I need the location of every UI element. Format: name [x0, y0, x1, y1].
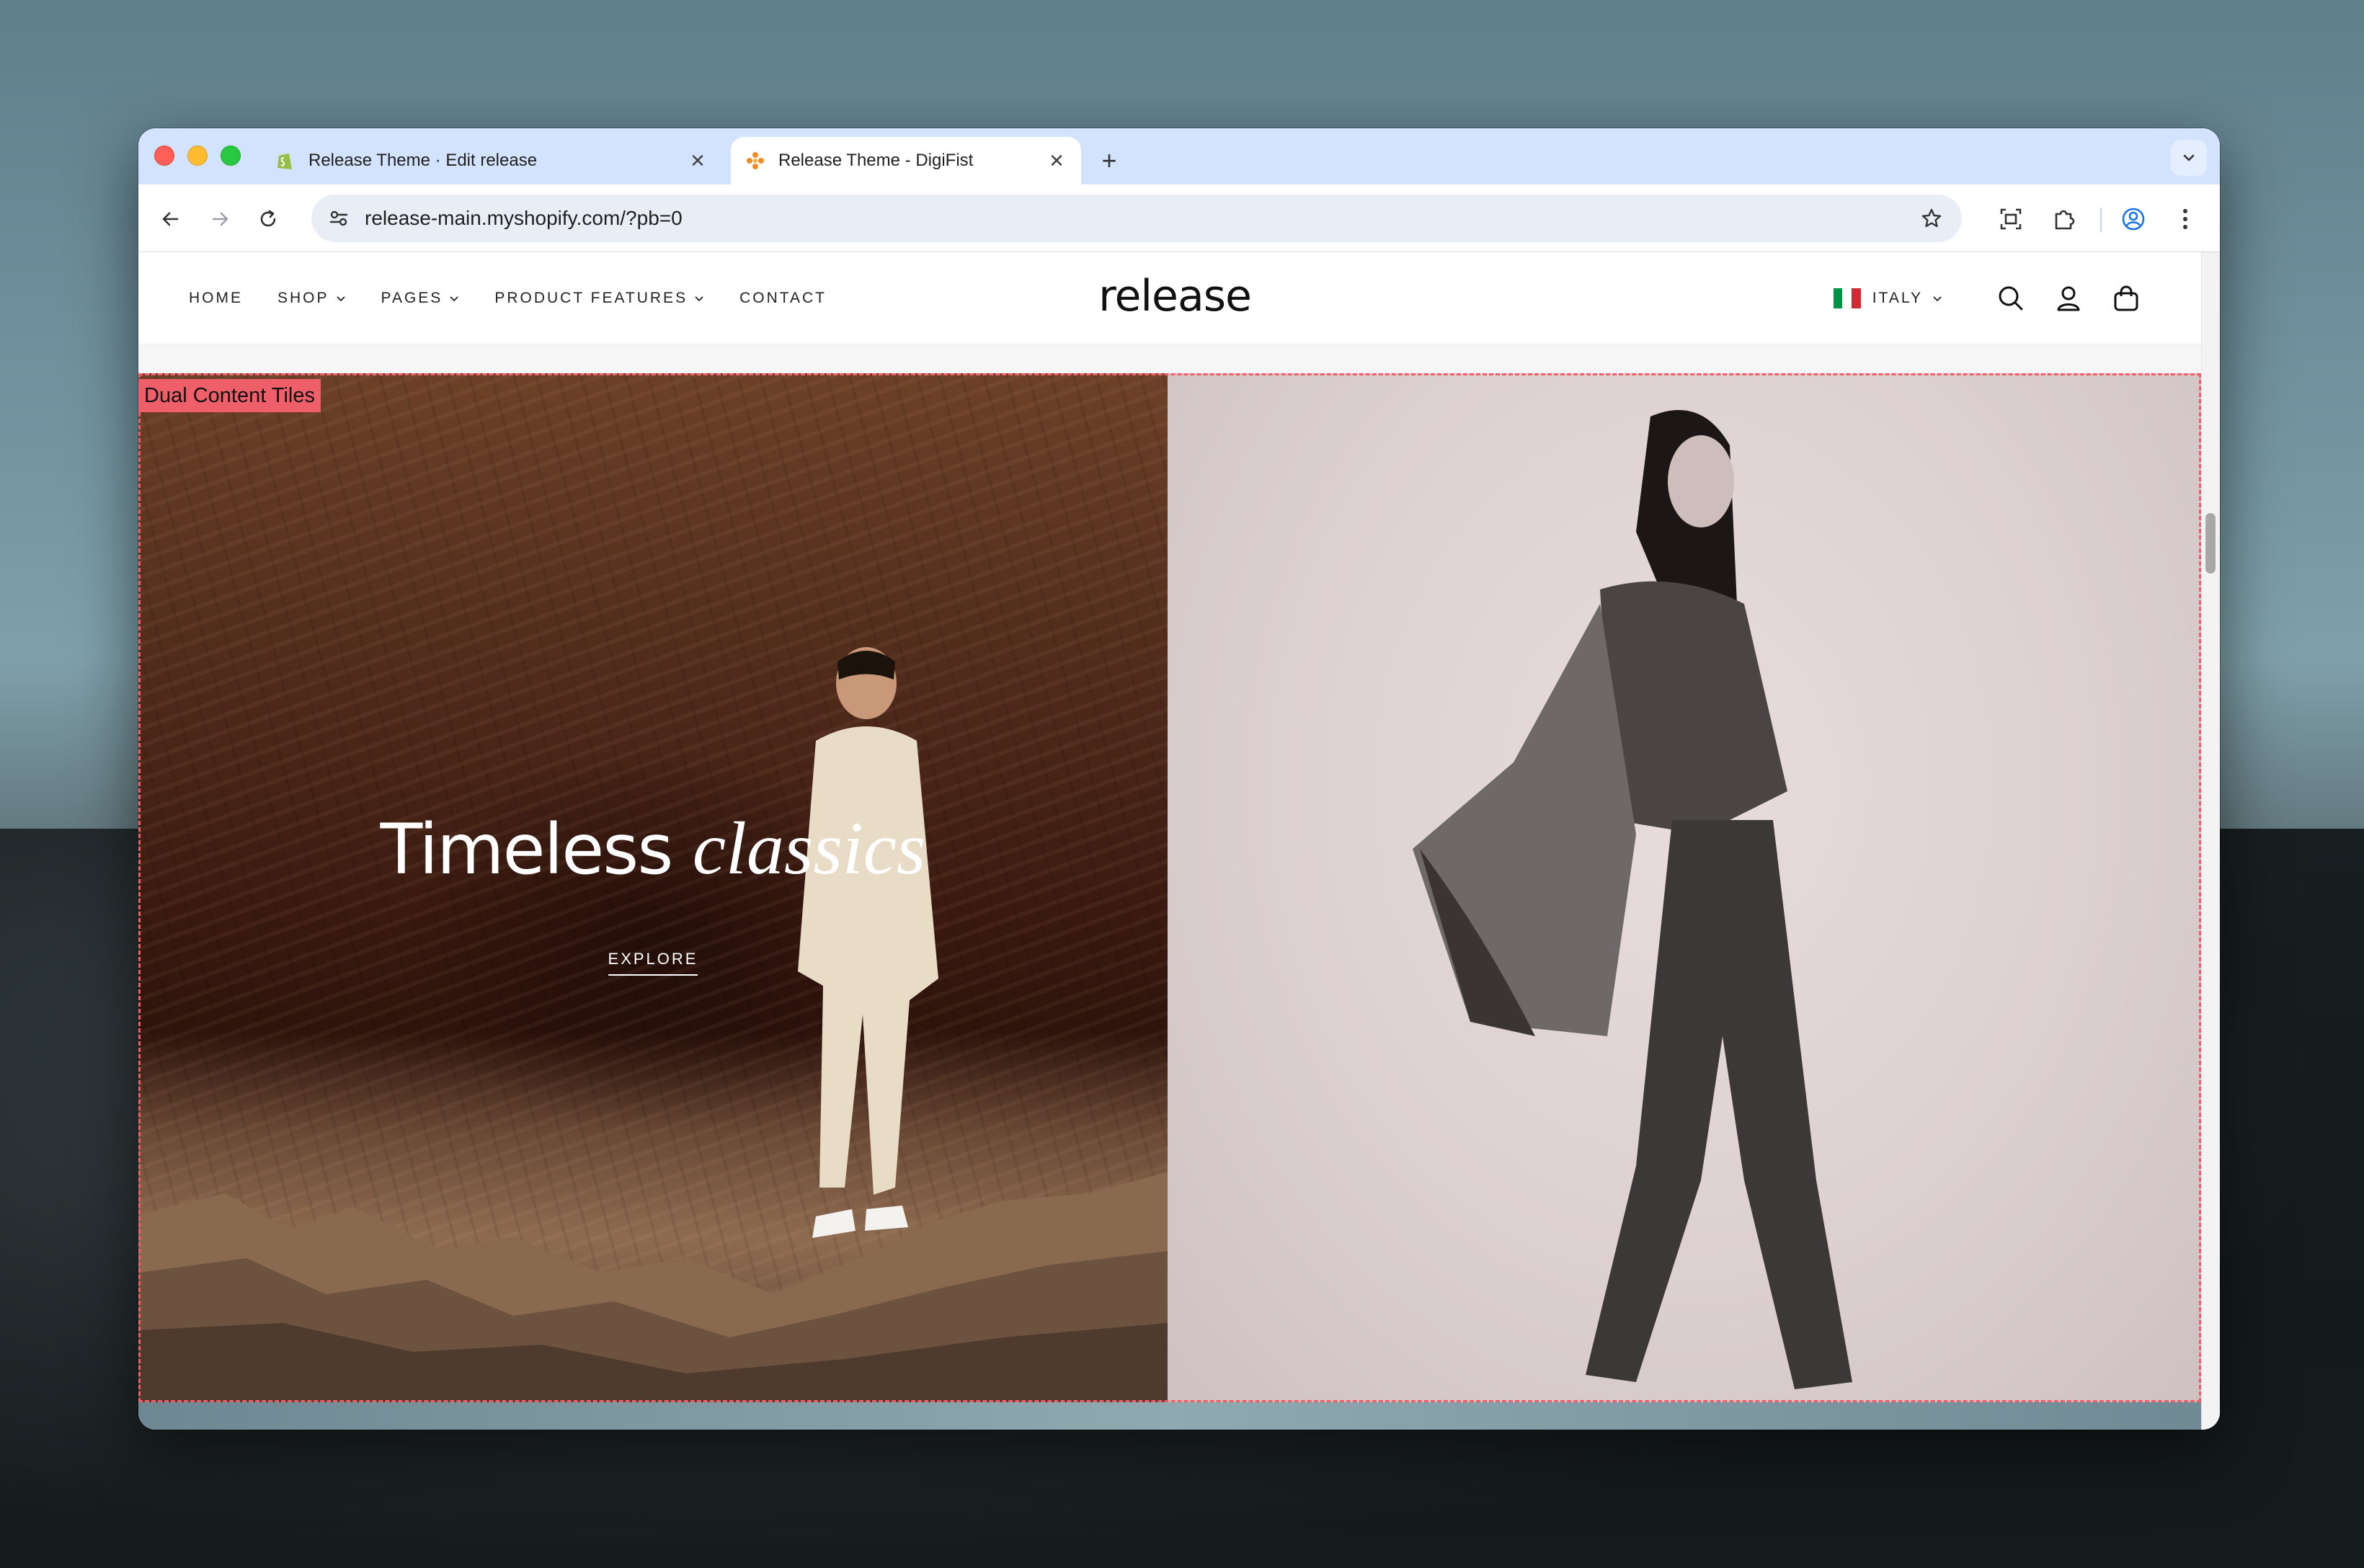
toolbar-divider — [2100, 208, 2102, 232]
explore-link[interactable]: EXPLORE — [608, 950, 698, 976]
menu-icon[interactable] — [2168, 202, 2203, 236]
close-icon[interactable]: ✕ — [688, 150, 708, 172]
main-nav: HOME SHOP PAGES PRODUCT FEATURES CONTACT — [189, 252, 861, 344]
back-icon[interactable] — [153, 202, 187, 236]
country-label: ITALY — [1872, 290, 1923, 306]
content-tile-right[interactable] — [1168, 373, 2201, 1402]
explore-cta-wrap: EXPLORE — [138, 950, 1168, 976]
nav-label: SHOP — [277, 290, 329, 306]
nav-contact[interactable]: CONTACT — [739, 290, 827, 307]
tab-title: Release Theme - DigiFist — [778, 151, 974, 170]
site-settings-icon[interactable] — [324, 204, 353, 233]
cart-icon[interactable] — [2109, 281, 2143, 316]
tab-edit-release[interactable]: Release Theme · Edit release ✕ — [261, 137, 722, 184]
minimize-window-button[interactable] — [187, 146, 208, 166]
nav-label: CONTACT — [739, 290, 827, 306]
nav-pages[interactable]: PAGES — [381, 290, 461, 307]
forward-icon[interactable] — [203, 202, 238, 236]
nav-label: PRODUCT FEATURES — [494, 290, 688, 306]
content-tile-left[interactable]: Timeless classics EXPLORE — [138, 373, 1168, 1402]
account-icon[interactable] — [2051, 281, 2086, 316]
tab-strip: Release Theme · Edit release ✕ Release T… — [138, 128, 2220, 184]
page-scrollbar[interactable] — [2201, 252, 2220, 1430]
page-viewport: HOME SHOP PAGES PRODUCT FEATURES CONTACT… — [138, 252, 2220, 1430]
tab-search-icon[interactable] — [2171, 140, 2207, 176]
nav-home[interactable]: HOME — [189, 290, 243, 307]
headline-italic: classics — [692, 807, 926, 890]
browser-toolbar: release-main.myshopify.com/?pb=0 — [138, 184, 2220, 252]
browser-window: Release Theme · Edit release ✕ Release T… — [138, 128, 2220, 1430]
digifist-icon — [745, 151, 765, 171]
header-actions: ITALY — [1833, 252, 2143, 344]
screen-capture-icon[interactable] — [1994, 202, 2028, 236]
tab-digifist[interactable]: Release Theme - DigiFist ✕ — [731, 137, 1081, 184]
address-url: release-main.myshopify.com/?pb=0 — [365, 207, 683, 229]
tab-title: Release Theme · Edit release — [308, 151, 538, 170]
close-window-button[interactable] — [154, 146, 174, 166]
star-icon[interactable] — [1917, 204, 1946, 233]
chevron-down-icon — [695, 296, 703, 302]
chevron-down-icon — [336, 296, 345, 302]
nav-label: PAGES — [381, 290, 443, 306]
section-editor-badge[interactable]: Dual Content Tiles — [138, 379, 321, 412]
reload-icon[interactable] — [251, 202, 285, 236]
country-selector[interactable]: ITALY — [1872, 290, 1943, 307]
shopify-icon — [275, 151, 296, 171]
close-icon[interactable]: ✕ — [1047, 150, 1067, 172]
extensions-icon[interactable] — [2047, 202, 2081, 236]
italy-flag-icon — [1833, 288, 1861, 308]
chevron-down-icon — [450, 296, 458, 302]
address-bar[interactable]: release-main.myshopify.com/?pb=0 — [311, 195, 1962, 242]
rocks-image — [138, 1172, 1168, 1402]
site-logo[interactable]: release — [1088, 271, 1261, 321]
search-icon[interactable] — [1994, 281, 2028, 316]
model-figure-right — [1413, 410, 1852, 1389]
scrollbar-thumb[interactable] — [2205, 513, 2216, 574]
chevron-down-icon — [1933, 296, 1942, 302]
next-section-peek — [138, 1402, 2201, 1430]
site-header: HOME SHOP PAGES PRODUCT FEATURES CONTACT… — [138, 252, 2201, 344]
tile-headline: Timeless classics — [138, 806, 1168, 891]
new-tab-button[interactable]: + — [1090, 141, 1129, 180]
nav-product-features[interactable]: PRODUCT FEATURES — [494, 290, 705, 307]
profile-icon[interactable] — [2116, 202, 2151, 236]
section-spacer — [138, 344, 2201, 373]
nav-label: HOME — [189, 290, 243, 306]
nav-shop[interactable]: SHOP — [277, 290, 347, 307]
headline-regular: Timeless — [380, 809, 693, 890]
maximize-window-button[interactable] — [221, 146, 241, 166]
dual-content-tiles: Timeless classics EXPLORE — [138, 373, 2201, 1402]
